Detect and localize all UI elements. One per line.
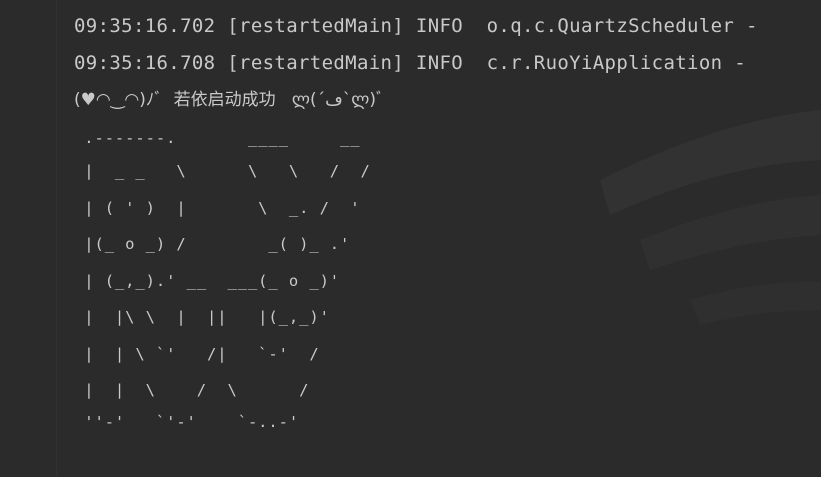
log-level: INFO [415, 15, 464, 37]
ascii-art-line: | (_,_).' __ ___(_ o _)' [74, 272, 341, 290]
log-timestamp: 09:35:16.702 [74, 15, 216, 37]
clipped-character: ' [764, 0, 772, 8]
ascii-art-line: | ( ' ) | \ _. / ' [74, 199, 361, 217]
console-gutter [0, 0, 57, 477]
ascii-art-line: | _ _ \ \ \ / / [74, 162, 371, 180]
log-timestamp: 09:35:16.708 [74, 52, 216, 74]
console-panel: ' 09:35:16.702 [restartedMain] INFO o.q.… [0, 0, 821, 477]
log-thread: [restartedMain] [227, 52, 405, 74]
log-level: INFO [415, 52, 464, 74]
log-separator: - [746, 15, 758, 37]
startup-success-message: (♥◠‿◠)ﾉﾞ 若依启动成功 ლ(´ڡ`ლ)ﾞ [74, 90, 385, 110]
ascii-art-line: .-------. ____ __ [74, 129, 361, 147]
log-line: 09:35:16.708 [restartedMain] INFO c.r.Ru… [74, 50, 746, 76]
log-thread: [restartedMain] [227, 15, 405, 37]
log-separator: - [734, 52, 747, 74]
ascii-art-line: |(_ o _) / _( )_ .' [74, 235, 351, 253]
log-logger: o.q.c.QuartzScheduler [486, 15, 735, 37]
ascii-art-line: ''-' `'-' `-..-' [74, 413, 300, 431]
console-output: ' 09:35:16.702 [restartedMain] INFO o.q.… [74, 0, 821, 477]
ascii-art-line: | |\ \ | || |(_,_)' [74, 308, 330, 326]
log-line: 09:35:16.702 [restartedMain] INFO o.q.c.… [74, 13, 758, 39]
ascii-art-line: | | \ / \ / [74, 381, 310, 399]
log-logger: c.r.RuoYiApplication [486, 52, 723, 74]
ascii-art-line: | | \ `' /| `-' / [74, 345, 320, 363]
